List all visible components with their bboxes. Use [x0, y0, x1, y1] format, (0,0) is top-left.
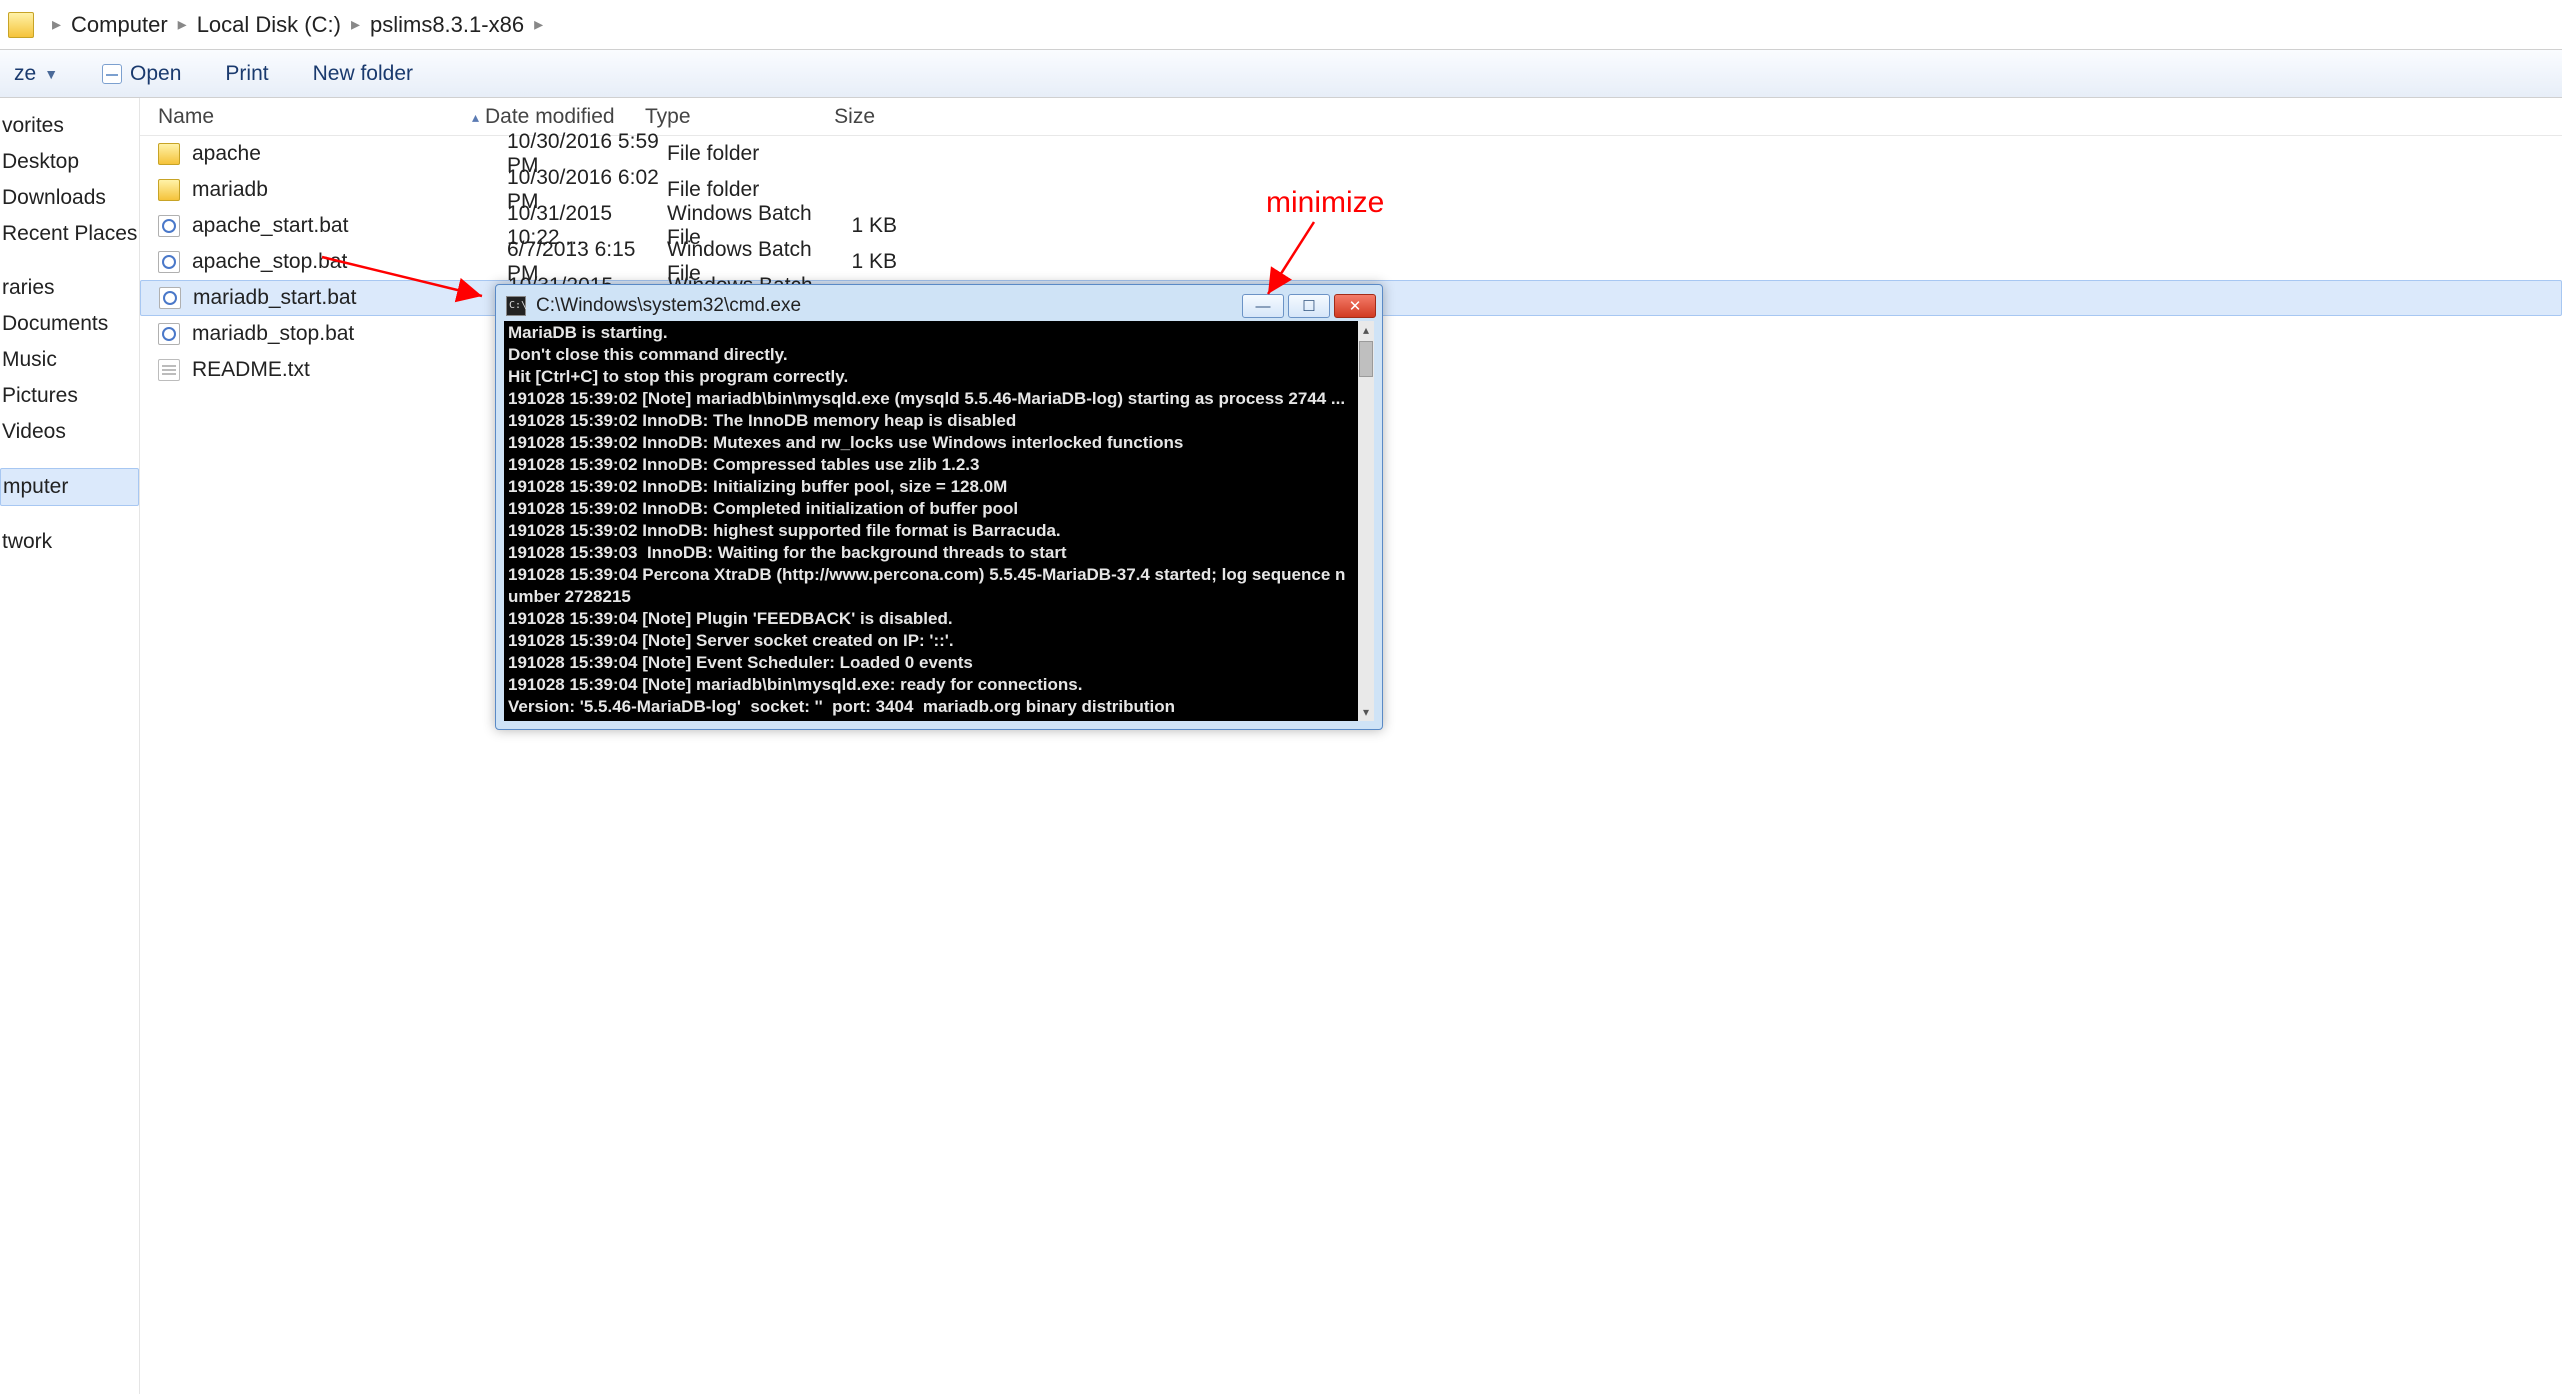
cmd-icon: [506, 296, 526, 316]
organize-label: ze: [14, 62, 36, 86]
print-label: Print: [225, 62, 268, 86]
cmd-output: MariaDB is starting. Don't close this co…: [504, 321, 1358, 721]
sidebar-gap: [0, 252, 139, 270]
sidebar-item-network[interactable]: twork: [0, 524, 139, 560]
sidebar-item-recent[interactable]: Recent Places: [0, 216, 139, 252]
chevron-down-icon: ▼: [44, 66, 58, 82]
file-name: mariadb: [192, 178, 507, 202]
batch-file-icon: [158, 215, 180, 237]
file-name: mariadb_start.bat: [193, 286, 508, 310]
address-bar[interactable]: ▸ Computer ▸ Local Disk (C:) ▸ pslims8.3…: [0, 0, 2562, 50]
sidebar-item-favorites[interactable]: vorites: [0, 108, 139, 144]
file-name: apache_stop.bat: [192, 250, 507, 274]
new-folder-label: New folder: [313, 62, 413, 86]
cmd-text: MariaDB is starting. Don't close this co…: [508, 323, 1345, 716]
sidebar-gap: [0, 450, 139, 468]
sidebar-item-computer[interactable]: mputer: [0, 468, 139, 506]
scroll-thumb[interactable]: [1359, 341, 1373, 377]
file-name: README.txt: [192, 358, 507, 382]
column-name[interactable]: Name ▴: [140, 105, 485, 129]
breadcrumb-folder[interactable]: pslims8.3.1-x86: [370, 12, 524, 38]
column-date[interactable]: Date modified: [485, 105, 645, 129]
file-size: 1 KB: [827, 214, 927, 238]
organize-button[interactable]: ze ▼: [6, 58, 66, 90]
scroll-down-icon[interactable]: ▾: [1363, 703, 1369, 721]
file-row[interactable]: apache_stop.bat6/7/2013 6:15 PMWindows B…: [140, 244, 2562, 280]
file-name: apache: [192, 142, 507, 166]
batch-file-icon: [158, 251, 180, 273]
column-size[interactable]: Size: [805, 105, 905, 129]
file-type: File folder: [667, 142, 827, 166]
minimize-button[interactable]: —: [1242, 294, 1284, 318]
sidebar-item-desktop[interactable]: Desktop: [0, 144, 139, 180]
close-button[interactable]: ✕: [1334, 294, 1376, 318]
chevron-right-icon[interactable]: ▸: [52, 14, 61, 35]
sidebar-item-libraries[interactable]: raries: [0, 270, 139, 306]
sidebar-item-videos[interactable]: Videos: [0, 414, 139, 450]
open-label: Open: [130, 62, 181, 86]
file-name: mariadb_stop.bat: [192, 322, 507, 346]
cmd-titlebar[interactable]: C:\Windows\system32\cmd.exe — ☐ ✕: [502, 291, 1376, 321]
cmd-title: C:\Windows\system32\cmd.exe: [536, 295, 801, 317]
open-icon: [102, 64, 122, 84]
column-type[interactable]: Type: [645, 105, 805, 129]
sidebar-item-documents[interactable]: Documents: [0, 306, 139, 342]
batch-file-icon: [158, 323, 180, 345]
column-name-label: Name: [158, 105, 214, 128]
scroll-up-icon[interactable]: ▴: [1363, 321, 1369, 339]
cmd-window[interactable]: C:\Windows\system32\cmd.exe — ☐ ✕ MariaD…: [495, 284, 1383, 730]
open-button[interactable]: Open: [94, 58, 189, 90]
print-button[interactable]: Print: [217, 58, 276, 90]
folder-icon: [158, 143, 180, 165]
file-type: File folder: [667, 178, 827, 202]
sidebar-gap: [0, 506, 139, 524]
chevron-right-icon[interactable]: ▸: [178, 14, 187, 35]
new-folder-button[interactable]: New folder: [305, 58, 421, 90]
column-headers: Name ▴ Date modified Type Size: [140, 98, 2562, 136]
text-file-icon: [158, 359, 180, 381]
sidebar-item-downloads[interactable]: Downloads: [0, 180, 139, 216]
sidebar-item-music[interactable]: Music: [0, 342, 139, 378]
breadcrumb-disk[interactable]: Local Disk (C:): [197, 12, 341, 38]
maximize-button[interactable]: ☐: [1288, 294, 1330, 318]
folder-icon: [8, 12, 34, 38]
breadcrumb-computer[interactable]: Computer: [71, 12, 168, 38]
file-row[interactable]: apache10/30/2016 5:59 PMFile folder: [140, 136, 2562, 172]
file-size: 1 KB: [827, 250, 927, 274]
nav-sidebar: vorites Desktop Downloads Recent Places …: [0, 98, 140, 1394]
cmd-scrollbar[interactable]: ▴ ▾: [1358, 321, 1374, 721]
chevron-right-icon[interactable]: ▸: [534, 14, 543, 35]
toolbar: ze ▼ Open Print New folder: [0, 50, 2562, 98]
sidebar-item-pictures[interactable]: Pictures: [0, 378, 139, 414]
annotation-label: minimize: [1266, 186, 1384, 220]
file-name: apache_start.bat: [192, 214, 507, 238]
chevron-right-icon[interactable]: ▸: [351, 14, 360, 35]
sort-asc-icon: ▴: [472, 109, 479, 126]
folder-icon: [158, 179, 180, 201]
batch-file-icon: [159, 287, 181, 309]
